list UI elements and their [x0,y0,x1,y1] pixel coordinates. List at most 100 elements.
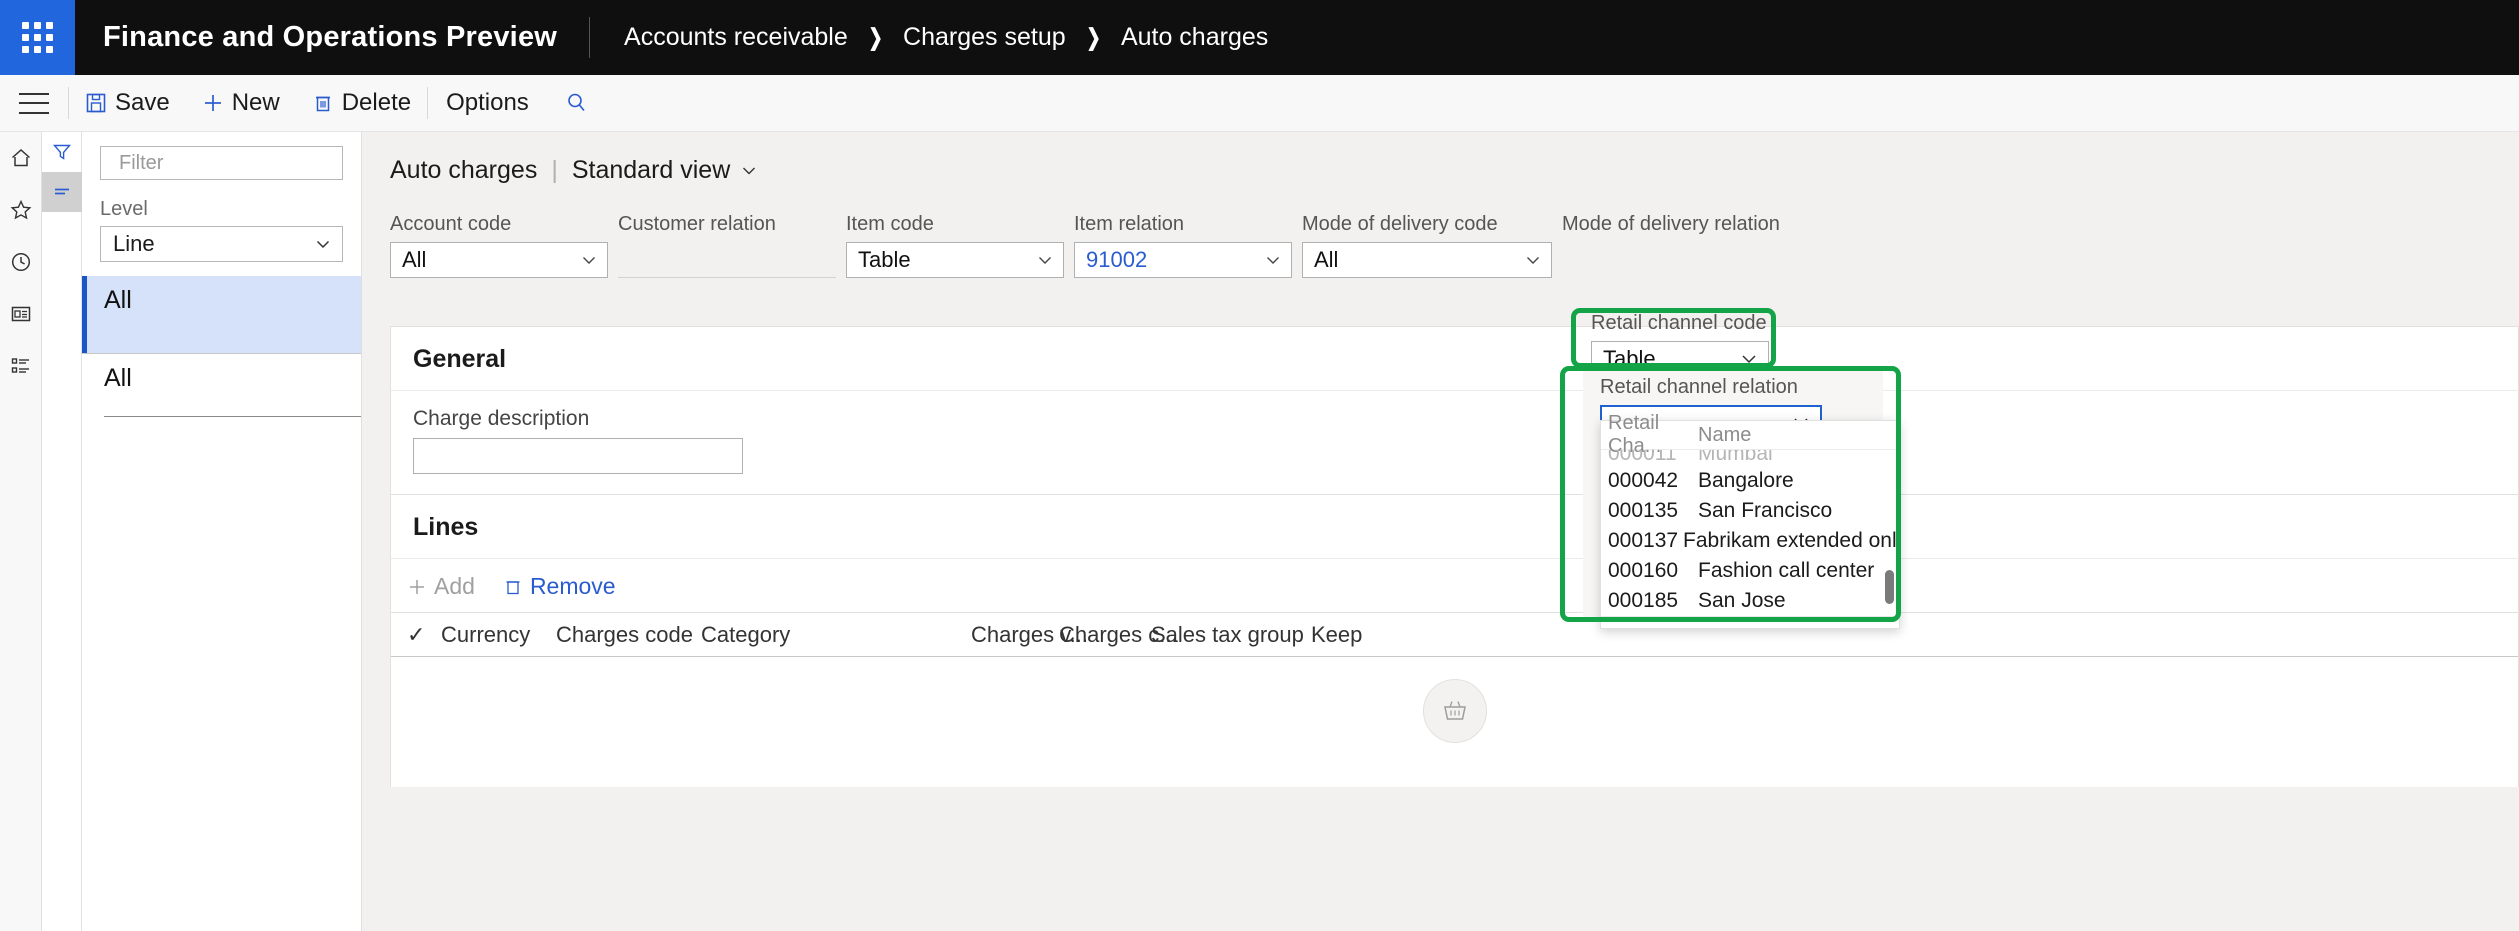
filter-search-box[interactable] [100,146,343,180]
column-header-currency[interactable]: Currency [441,622,556,648]
column-header-category[interactable]: Category [701,622,971,648]
chevron-right-icon: ❯ [1086,24,1100,51]
list-lines-icon[interactable] [42,172,82,212]
workspaces-icon[interactable] [0,296,42,332]
list-item[interactable]: 000137 Fabrikam extended online... [1601,526,1899,556]
filter-input[interactable] [119,152,384,175]
favorites-star-icon[interactable] [0,192,42,228]
new-button[interactable]: New [186,75,296,132]
trash-icon [503,577,523,597]
view-selector[interactable]: Standard view [572,156,758,185]
column-header-charges-currency[interactable]: Charges c... [1059,622,1151,648]
dropdown-column-headers: Retail Cha... Name [1601,421,1899,450]
breadcrumb-item-charges-setup[interactable]: Charges setup [903,23,1066,52]
remove-line-button[interactable]: Remove [503,573,616,600]
item-relation-field: Item relation 91002 [1074,213,1292,278]
mode-of-delivery-code-label: Mode of delivery code [1302,213,1552,236]
checkmark-icon[interactable]: ✓ [407,622,441,648]
list-item[interactable]: 000185 San Jose [1601,586,1899,616]
customer-relation-input[interactable] [618,242,836,278]
level-label: Level [100,198,343,221]
chevron-down-icon [740,162,758,180]
item-code-label: Item code [846,213,1064,236]
account-code-label: Account code [390,213,608,236]
retail-channel-code-field: Retail channel code Table [1591,312,1769,377]
item-relation-select[interactable]: 91002 [1074,242,1292,278]
level-value: Line [113,231,155,257]
list-item[interactable]: 000135 San Francisco [1601,496,1899,526]
dropdown-scrollbar[interactable] [1885,570,1894,604]
column-header-sales-tax-group[interactable]: Sales tax group [1151,622,1311,648]
mode-of-delivery-relation-field: Mode of delivery relation [1562,213,1812,278]
mode-of-delivery-code-select[interactable]: All [1302,242,1552,278]
breadcrumb-item-auto-charges[interactable]: Auto charges [1121,23,1268,52]
chevron-down-icon [1263,250,1283,270]
list-item[interactable]: All [82,354,361,416]
empty-basket-icon [1423,679,1487,743]
charge-description-input[interactable] [413,438,743,474]
dropdown-option-code: 000042 [1608,469,1698,493]
app-launcher-icon[interactable] [0,0,75,75]
add-line-label: Add [434,573,475,600]
general-section-body: Charge description [391,391,2518,494]
remove-line-label: Remove [530,573,616,600]
dropdown-option-name: Bangalore [1698,469,1794,493]
plus-icon [407,577,427,597]
account-code-select[interactable]: All [390,242,608,278]
add-line-button[interactable]: Add [407,573,475,600]
hamburger-icon[interactable] [0,75,68,132]
charge-description-label: Charge description [413,407,2518,431]
list-item[interactable]: 000042 Bangalore [1601,466,1899,496]
chevron-down-icon [1035,250,1055,270]
lines-grid-toolbar: Add Remove [391,559,2518,612]
list-item-label: All [104,286,132,315]
list-item[interactable]: All [82,276,361,354]
column-header-charges-value[interactable]: Charges v... [971,622,1059,648]
filter-list-pane: Level Line All All [82,132,362,931]
options-label: Options [446,89,529,117]
list-item[interactable]: 000011 Mumbai [1601,450,1899,466]
list-item[interactable]: 000160 Fashion call center [1601,556,1899,586]
body-layout: Level Line All All Auto charges | Standa… [0,132,2519,931]
level-select[interactable]: Line [100,226,343,262]
column-header-keep[interactable]: Keep [1311,622,1401,648]
recent-clock-icon[interactable] [0,244,42,280]
filter-fields-row: Account code All Customer relation Item … [362,185,2519,278]
item-code-field: Item code Table [846,213,1064,278]
retail-channel-code-value: Table [1603,346,1656,372]
customer-relation-field: Customer relation [618,213,836,278]
options-button[interactable]: Options [428,75,547,132]
lines-grid-empty-state [391,657,2518,787]
delete-label: Delete [342,89,411,117]
account-code-field: Account code All [390,213,608,278]
chevron-right-icon: ❯ [868,24,882,51]
home-icon[interactable] [0,140,42,176]
waffle-grid [22,22,53,53]
dropdown-footer [1601,616,1899,628]
filter-list: All All [82,276,361,417]
filter-icon[interactable] [42,132,82,172]
save-button[interactable]: Save [69,75,186,132]
delete-button[interactable]: Delete [296,75,427,132]
lines-section-title: Lines [391,495,2518,559]
mode-of-delivery-relation-input[interactable] [1562,242,1812,278]
dropdown-option-code: 000160 [1608,559,1698,583]
command-bar: Save New Delete Options [0,75,2519,132]
dropdown-option-name: San Jose [1698,589,1786,613]
column-header-charges-code[interactable]: Charges code [556,622,701,648]
breadcrumb-item-accounts-receivable[interactable]: Accounts receivable [624,23,848,52]
dropdown-column-name: Name [1698,424,1751,447]
dropdown-option-code: 000185 [1608,589,1698,613]
save-label: Save [115,89,170,117]
modules-list-icon[interactable] [0,348,42,384]
dropdown-option-code: 000011 [1608,450,1698,466]
account-code-value: All [402,247,426,273]
customer-relation-label: Customer relation [618,213,836,236]
chevron-down-icon [579,250,599,270]
retail-channel-relation-dropdown: Retail Cha... Name 000011 Mumbai 000042 … [1600,420,1900,629]
search-button[interactable] [547,75,607,132]
chevron-down-icon [313,234,333,254]
dropdown-option-name: Mumbai [1698,450,1773,466]
item-code-select[interactable]: Table [846,242,1064,278]
mode-of-delivery-code-value: All [1314,247,1338,273]
